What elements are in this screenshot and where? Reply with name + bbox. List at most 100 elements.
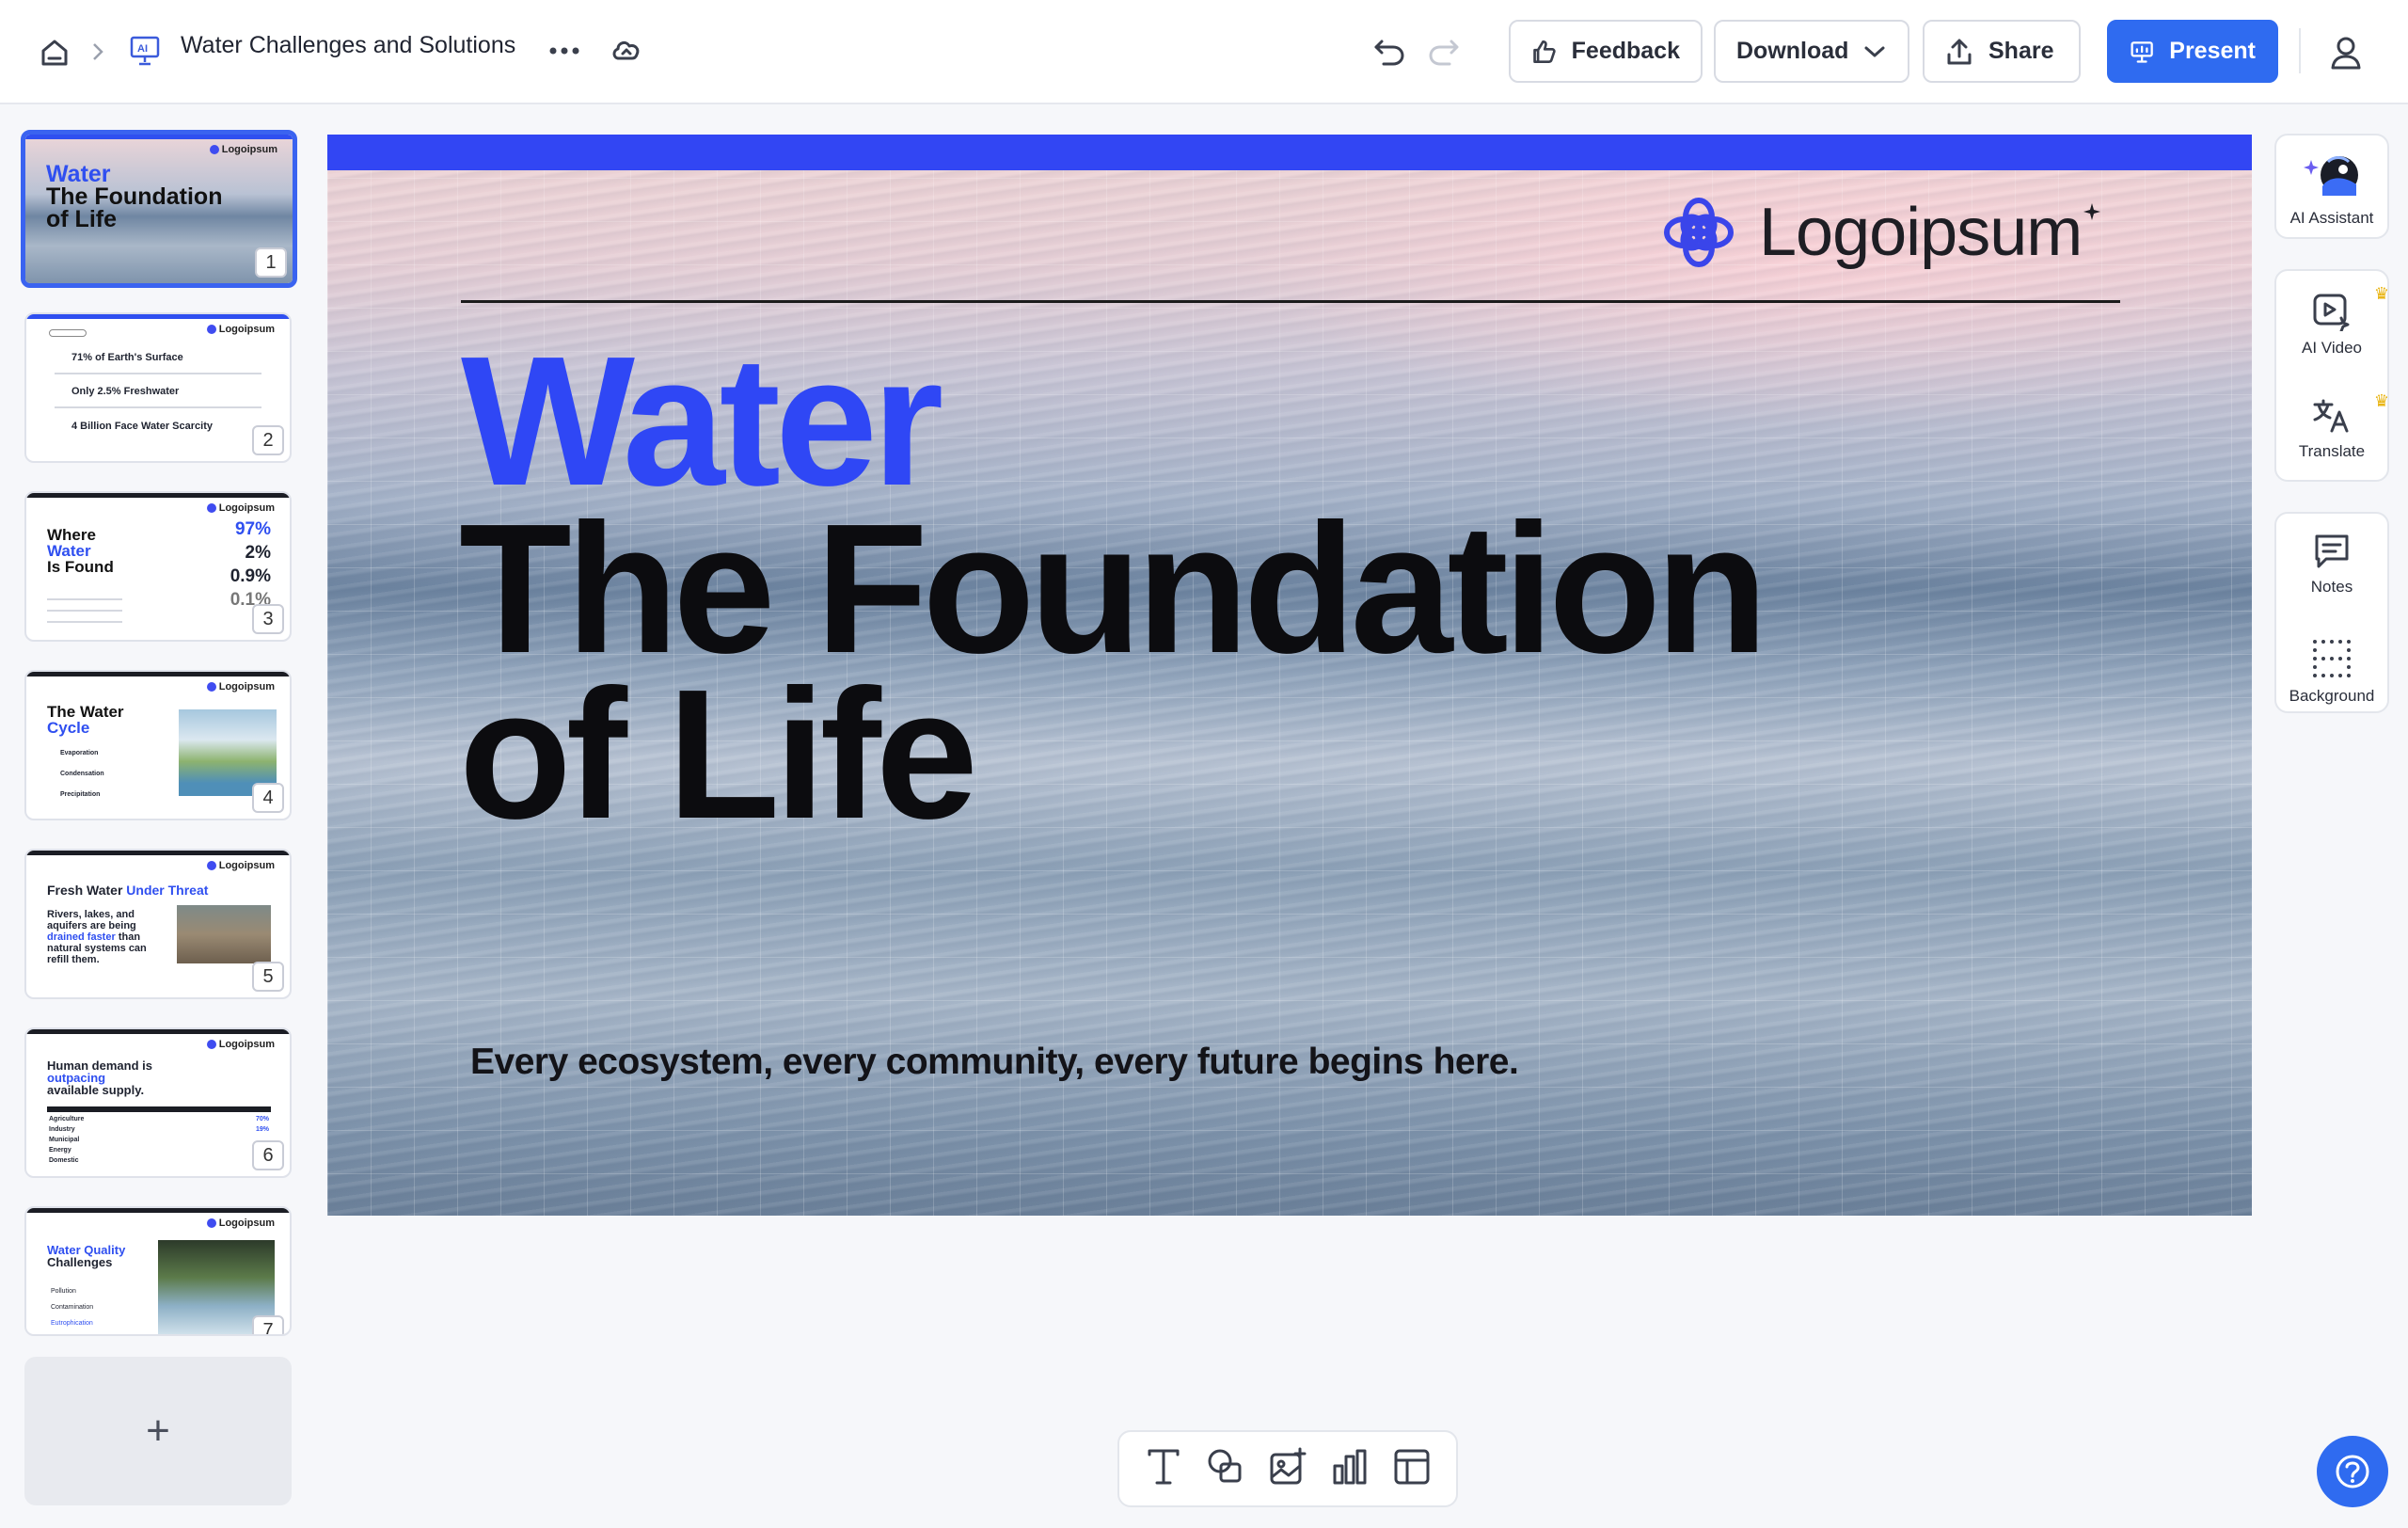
image-tool-icon[interactable] (1268, 1447, 1307, 1491)
demand-row: Energy (49, 1147, 71, 1154)
thumbnail-title-b: Challenges (47, 1255, 113, 1269)
thumbnail-logo: Logoipsum (207, 324, 275, 335)
quality-rows: Pollution Contamination Eutrophication (51, 1283, 93, 1331)
insert-toolbar (1117, 1430, 1458, 1507)
add-slide-button[interactable]: + (24, 1357, 292, 1505)
slide-thumbnail-2[interactable]: Logoipsum 71% of Earth's Surface Only 2.… (24, 312, 292, 463)
slide-accent-bar[interactable] (327, 135, 2252, 170)
redo-icon[interactable] (1424, 32, 1464, 72)
user-avatar-icon[interactable] (2323, 30, 2368, 75)
ai-assistant-panel: AI Assistant (2274, 134, 2389, 239)
more-options-icon[interactable] (544, 34, 585, 68)
slide-number: 5 (252, 962, 284, 992)
quality-row: Pollution (51, 1288, 76, 1295)
table-tool-icon[interactable] (1392, 1447, 1432, 1491)
slide-logo[interactable]: Logoipsum (1656, 189, 2101, 276)
thumbnail-title: Where Water Is Found (47, 527, 114, 575)
logo-text: Logoipsum (1759, 195, 2083, 270)
present-label: Present (2169, 38, 2256, 64)
chevron-down-icon (1864, 46, 1885, 56)
thumbnail-title: Human demand is outpacing available supp… (47, 1059, 152, 1096)
thumbnail-title-a: Fresh Water (47, 883, 123, 898)
demand-value: 70% (256, 1116, 270, 1122)
cycle-item-2: Condensation (60, 771, 104, 777)
notes-button[interactable]: Notes (2276, 533, 2387, 597)
headline-black[interactable]: The Foundation of Life (459, 497, 1776, 847)
thumbnail-top-strip (26, 672, 290, 676)
document-title[interactable]: Water Challenges and Solutions (181, 32, 515, 59)
ai-assistant-button[interactable]: AI Assistant (2276, 149, 2387, 228)
ai-assistant-icon (2304, 156, 2358, 196)
present-button[interactable]: Present (2107, 20, 2278, 83)
divider (55, 373, 261, 374)
chart-tool-icon[interactable] (1330, 1447, 1370, 1491)
translate-button[interactable]: ♛ Translate (2276, 391, 2389, 461)
background-button[interactable]: Background (2276, 638, 2387, 706)
thumbnail-top-strip (26, 1208, 290, 1213)
shapes-tool-icon[interactable] (1206, 1447, 1245, 1491)
divider (47, 621, 122, 623)
thumbnail-logo: Logoipsum (207, 502, 275, 514)
thumbnail-body-blue: drained faster (47, 931, 116, 943)
thumbnail-top-strip (26, 314, 290, 319)
divider (47, 598, 122, 600)
thumbnail-row-3: 4 Billion Face Water Scarcity (71, 421, 213, 432)
stat-2: 2% (245, 543, 271, 563)
thumbnail-title-rest: The Foundation of Life (46, 183, 223, 232)
presentation-icon (2131, 40, 2153, 63)
thumbnail-title-b: Is Found (47, 558, 114, 576)
thumbnail-top-strip (26, 1029, 290, 1034)
share-button[interactable]: Share (1923, 20, 2081, 83)
premium-crown-icon: ♛ (2373, 391, 2389, 410)
add-icon: + (146, 1408, 170, 1454)
thumbnail-title-blue: Cycle (47, 719, 90, 737)
thumbnail-logo-text: Logoipsum (221, 144, 277, 155)
thumbnail-row-1: 71% of Earth's Surface (71, 352, 183, 363)
text-tool-icon[interactable] (1144, 1447, 1183, 1491)
thumbnail-title-blue: Under Threat (126, 883, 209, 898)
slide-thumbnail-4[interactable]: Logoipsum The Water Cycle Evaporation Co… (24, 670, 292, 820)
thumbnail-title: Water The Foundation of Life (46, 163, 244, 231)
quality-row: Contamination (51, 1304, 94, 1311)
slide-thumbnail-7[interactable]: Logoipsum Water Quality Challenges Pollu… (24, 1206, 292, 1336)
help-button[interactable] (2317, 1436, 2388, 1507)
slide-thumbnail-6[interactable]: Logoipsum Human demand is outpacing avai… (24, 1027, 292, 1178)
ai-video-label: AI Video (2302, 339, 2362, 357)
feedback-button[interactable]: Feedback (1509, 20, 1703, 83)
demand-row: Domestic (49, 1157, 79, 1164)
thumbnail-logo: Logoipsum (210, 144, 277, 155)
divider (47, 610, 122, 612)
upload-icon (1947, 39, 1972, 64)
notes-icon (2315, 534, 2349, 568)
background-grid-icon (2313, 640, 2351, 677)
thumbnail-body-a: Rivers, lakes, and aquifers are being (47, 909, 136, 931)
slide-canvas[interactable]: Logoipsum Water The Foundation of Life E… (327, 135, 2252, 1216)
slide-thumbnail-1[interactable]: Logoipsum Water The Foundation of Life 1 (21, 130, 297, 288)
top-bar: AI Water Challenges and Solutions Feedba… (0, 0, 2408, 104)
demand-row: Municipal (49, 1137, 80, 1143)
ai-presentation-icon: AI (126, 32, 164, 70)
sparkle-icon (2083, 203, 2101, 220)
slide-thumbnail-3[interactable]: Logoipsum Where Water Is Found 97% 2% 0.… (24, 491, 292, 642)
thumbs-up-icon (1533, 40, 1556, 63)
home-icon[interactable] (34, 32, 75, 73)
thumbnail-title: The Water Cycle (47, 704, 124, 736)
stat-1: 97% (234, 519, 271, 539)
cloud-sync-icon[interactable] (606, 32, 647, 70)
slide-thumbnail-5[interactable]: Logoipsum Fresh Water Under Threat River… (24, 849, 292, 999)
thumbnail-top-strip (26, 493, 290, 498)
thumbnail-stats: 97% 2% 0.9% 0.1% (230, 517, 271, 612)
headline-blue[interactable]: Water (461, 329, 943, 514)
slide-number: 3 (252, 604, 284, 634)
subheadline[interactable]: Every ecosystem, every community, every … (470, 1042, 1519, 1083)
horizontal-rule (461, 300, 2120, 303)
download-button[interactable]: Download (1714, 20, 1909, 83)
ai-video-icon (2313, 294, 2350, 331)
thumbnail-logo: Logoipsum (207, 1039, 275, 1050)
slide-tools-panel: Notes Background (2274, 512, 2389, 713)
undo-icon[interactable] (1370, 32, 1409, 72)
demand-values: 70% 19% (256, 1114, 269, 1135)
ai-tools-panel: ♛ AI Video ♛ Translate (2274, 269, 2389, 482)
share-label: Share (1988, 38, 2054, 64)
ai-video-button[interactable]: ♛ AI Video (2276, 284, 2389, 358)
